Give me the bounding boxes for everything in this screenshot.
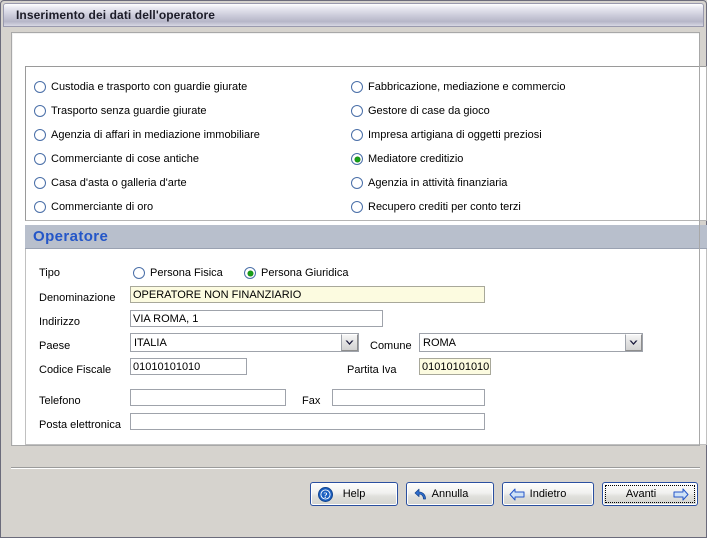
- comune-selected-value: ROMA: [423, 336, 456, 349]
- window-titlebar: Inserimento dei dati dell'operatore: [3, 3, 704, 27]
- label-comune: Comune: [370, 340, 412, 352]
- codice-fiscale-input[interactable]: 01010101010: [130, 358, 247, 375]
- next-button[interactable]: Avanti: [602, 482, 698, 506]
- radio-icon[interactable]: [351, 81, 363, 93]
- radio-label: Persona Fisica: [150, 266, 223, 279]
- radio-label: Trasporto senza guardie giurate: [51, 104, 207, 117]
- fax-input[interactable]: [332, 389, 485, 406]
- radio-label: Fabbricazione, mediazione e commercio: [368, 80, 566, 93]
- radio-label: Commerciante di oro: [51, 200, 154, 213]
- radio-icon[interactable]: [351, 129, 363, 141]
- dialog-button-bar: ? Help Annulla Indietro Avanti: [3, 482, 706, 512]
- cancel-button[interactable]: Annulla: [406, 482, 494, 506]
- dialog-window: Inserimento dei dati dell'operatore Cust…: [0, 0, 707, 538]
- radio-label: Casa d'asta o galleria d'arte: [51, 176, 187, 189]
- radio-icon-selected[interactable]: [351, 153, 363, 165]
- label-posta-elettronica: Posta elettronica: [39, 419, 121, 431]
- radio-label: Commerciante di cose antiche: [51, 152, 199, 165]
- radio-option-gestore-case-gioco[interactable]: Gestore di case da gioco: [351, 99, 691, 123]
- radio-label: Mediatore creditizio: [368, 152, 464, 165]
- radio-option-impresa-artigiana-oggetti-preziosi[interactable]: Impresa artigiana di oggetti preziosi: [351, 123, 691, 147]
- label-partita-iva: Partita Iva: [347, 364, 397, 376]
- radio-icon[interactable]: [34, 153, 46, 165]
- denominazione-input[interactable]: OPERATORE NON FINANZIARIO: [130, 286, 485, 303]
- undo-arrow-icon: [413, 486, 429, 502]
- operatore-section-header: Operatore: [25, 225, 707, 249]
- radio-option-agenzia-mediazione-immobiliare[interactable]: Agenzia di affari in mediazione immobili…: [34, 123, 354, 147]
- activity-right-column: Fabbricazione, mediazione e commercio Ge…: [351, 75, 691, 219]
- label-indirizzo: Indirizzo: [39, 316, 80, 328]
- help-button[interactable]: ? Help: [310, 482, 398, 506]
- radio-label: Impresa artigiana di oggetti preziosi: [368, 128, 542, 141]
- radio-option-trasporto-senza-guardie[interactable]: Trasporto senza guardie giurate: [34, 99, 354, 123]
- radio-option-commerciante-oro[interactable]: Commerciante di oro: [34, 195, 354, 219]
- radio-icon[interactable]: [34, 201, 46, 213]
- arrow-right-icon: [673, 486, 689, 502]
- help-icon: ?: [317, 486, 333, 502]
- radio-option-agenzia-attivita-finanziaria[interactable]: Agenzia in attività finanziaria: [351, 171, 691, 195]
- radio-icon[interactable]: [34, 81, 46, 93]
- operatore-form: Tipo Persona Fisica Persona Giuridica De…: [25, 249, 707, 445]
- radio-label: Persona Giuridica: [261, 266, 349, 279]
- label-paese: Paese: [39, 340, 71, 352]
- label-tipo: Tipo: [39, 267, 60, 279]
- radio-option-recupero-crediti-conto-terzi[interactable]: Recupero crediti per conto terzi: [351, 195, 691, 219]
- radio-label: Agenzia in attività finanziaria: [368, 176, 508, 189]
- radio-label: Gestore di case da gioco: [368, 104, 490, 117]
- radio-label: Agenzia di affari in mediazione immobili…: [51, 128, 260, 141]
- radio-option-custodia-trasporto-guardie[interactable]: Custodia e trasporto con guardie giurate: [34, 75, 354, 99]
- activity-left-column: Custodia e trasporto con guardie giurate…: [34, 75, 354, 219]
- content-panel: Custodia e trasporto con guardie giurate…: [11, 32, 707, 446]
- comune-select[interactable]: ROMA: [419, 333, 643, 352]
- radio-icon[interactable]: [34, 105, 46, 117]
- radio-option-persona-fisica[interactable]: Persona Fisica: [133, 261, 223, 285]
- radio-icon[interactable]: [34, 177, 46, 189]
- radio-icon[interactable]: [351, 105, 363, 117]
- radio-icon[interactable]: [351, 201, 363, 213]
- arrow-left-icon: [509, 486, 525, 502]
- label-codice-fiscale: Codice Fiscale: [39, 364, 112, 376]
- radio-option-casa-asta-galleria-arte[interactable]: Casa d'asta o galleria d'arte: [34, 171, 354, 195]
- radio-option-commerciante-cose-antiche[interactable]: Commerciante di cose antiche: [34, 147, 354, 171]
- radio-option-fabbricazione-mediazione-commercio[interactable]: Fabbricazione, mediazione e commercio: [351, 75, 691, 99]
- chevron-down-icon[interactable]: [625, 334, 642, 351]
- chevron-down-icon[interactable]: [341, 334, 358, 351]
- radio-option-mediatore-creditizio[interactable]: Mediatore creditizio: [351, 147, 691, 171]
- button-bar-separator: [11, 467, 700, 469]
- svg-text:?: ?: [323, 491, 327, 500]
- radio-icon[interactable]: [34, 129, 46, 141]
- posta-elettronica-input[interactable]: [130, 413, 485, 430]
- indirizzo-input[interactable]: VIA ROMA, 1: [130, 310, 383, 327]
- partita-iva-input[interactable]: 01010101010: [419, 358, 491, 375]
- paese-select[interactable]: ITALIA: [130, 333, 359, 352]
- label-fax: Fax: [302, 395, 321, 407]
- activity-type-radio-group: Custodia e trasporto con guardie giurate…: [25, 66, 707, 221]
- radio-label: Recupero crediti per conto terzi: [368, 200, 521, 213]
- window-title: Inserimento dei dati dell'operatore: [16, 8, 216, 22]
- radio-option-persona-giuridica[interactable]: Persona Giuridica: [244, 261, 348, 285]
- paese-selected-value: ITALIA: [134, 336, 167, 349]
- telefono-input[interactable]: [130, 389, 286, 406]
- label-denominazione: Denominazione: [39, 292, 116, 304]
- section-title: Operatore: [33, 228, 109, 245]
- radio-icon-selected[interactable]: [244, 267, 256, 279]
- radio-label: Custodia e trasporto con guardie giurate: [51, 80, 248, 93]
- dialog-client-area: Custodia e trasporto con guardie giurate…: [3, 27, 707, 537]
- label-telefono: Telefono: [39, 395, 81, 407]
- radio-icon[interactable]: [351, 177, 363, 189]
- radio-icon[interactable]: [133, 267, 145, 279]
- back-button[interactable]: Indietro: [502, 482, 594, 506]
